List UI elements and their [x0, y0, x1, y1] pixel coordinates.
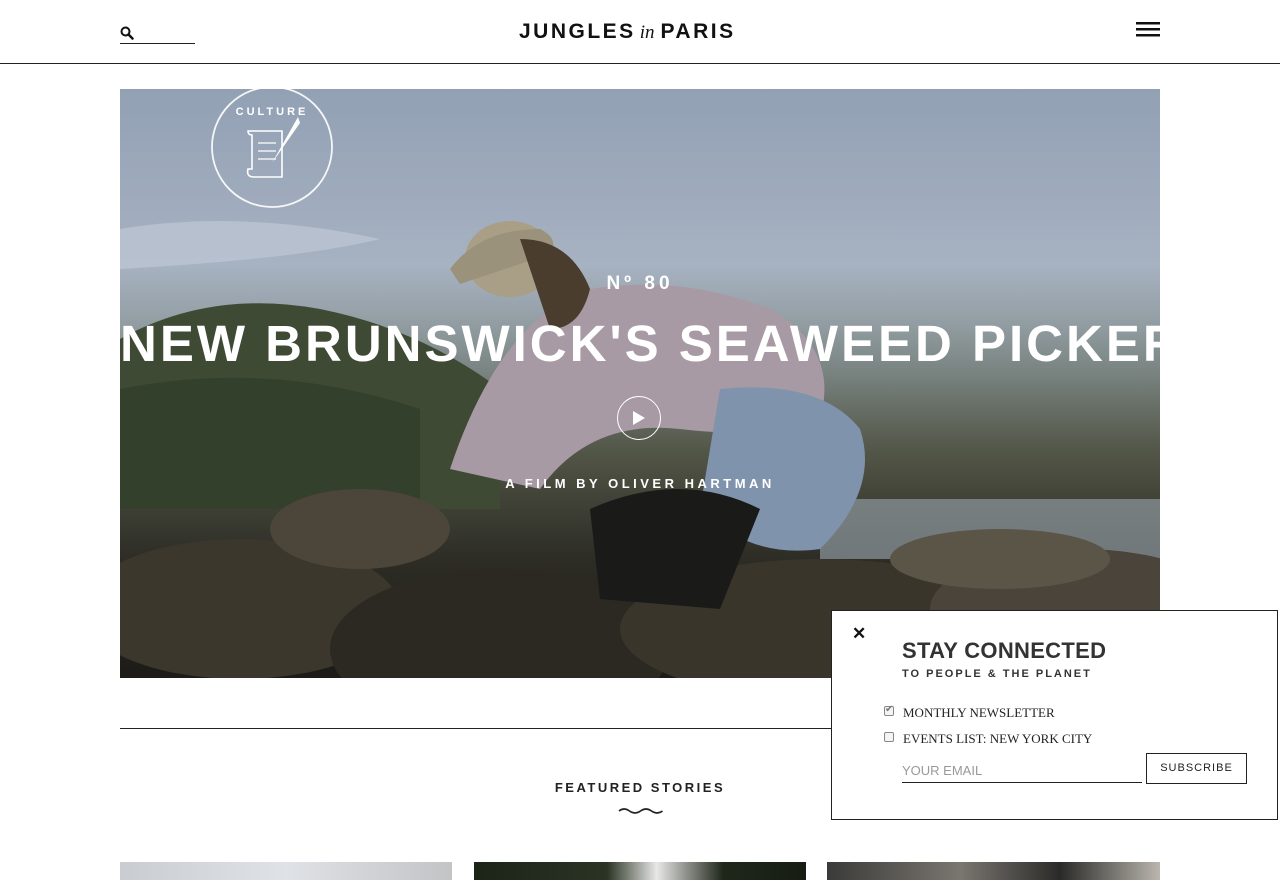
- story-card-thumbnail[interactable]: [474, 862, 806, 880]
- search-input[interactable]: [136, 24, 192, 42]
- newsletter-popup: ✕ STAY CONNECTED TO PEOPLE & THE PLANET …: [831, 610, 1278, 820]
- story-card-thumbnail[interactable]: [827, 862, 1160, 880]
- email-field[interactable]: [902, 758, 1142, 783]
- badge-label: CULTURE: [236, 106, 309, 118]
- menu-icon[interactable]: [1136, 22, 1160, 38]
- events-option[interactable]: EVENTS LIST: NEW YORK CITY: [884, 731, 1224, 749]
- logo-word-jungles: JUNGLES: [519, 20, 636, 43]
- scroll-quill-icon: CULTURE: [211, 89, 333, 208]
- hero-feature[interactable]: CULTURE Nº 80 NEW BRUNSWICK'S SEAWEED PI…: [120, 89, 1160, 678]
- popup-title: STAY CONNECTED: [902, 638, 1107, 663]
- logo-word-paris: PARIS: [660, 20, 736, 43]
- subscribe-button[interactable]: SUBSCRIBE: [1146, 753, 1247, 784]
- events-checkbox[interactable]: [884, 732, 894, 742]
- story-card-thumbnail[interactable]: [120, 862, 452, 880]
- site-logo[interactable]: JUNGLES in PARIS: [519, 19, 739, 45]
- search-icon[interactable]: [120, 26, 134, 40]
- newsletter-checkbox[interactable]: ✔: [884, 704, 894, 716]
- popup-subtitle: TO PEOPLE & THE PLANET: [902, 668, 1092, 680]
- events-option-label: EVENTS LIST: NEW YORK CITY: [903, 731, 1093, 746]
- issue-number: Nº 80: [606, 273, 674, 294]
- newsletter-option-label: MONTHLY NEWSLETTER: [903, 705, 1055, 720]
- site-header: JUNGLES in PARIS: [0, 0, 1280, 64]
- hero-byline: A FILM BY OLIVER HARTMAN: [505, 476, 775, 491]
- play-icon: [633, 411, 645, 425]
- wave-icon: [618, 808, 663, 814]
- play-button[interactable]: [617, 396, 661, 440]
- newsletter-option[interactable]: ✔ MONTHLY NEWSLETTER: [884, 704, 1224, 723]
- search-box[interactable]: [120, 24, 195, 44]
- close-icon[interactable]: ✕: [852, 625, 868, 643]
- check-icon: ✔: [885, 704, 894, 715]
- logo-word-in: in: [639, 22, 655, 43]
- hero-title[interactable]: NEW BRUNSWICK'S SEAWEED PICKERS: [120, 314, 1160, 373]
